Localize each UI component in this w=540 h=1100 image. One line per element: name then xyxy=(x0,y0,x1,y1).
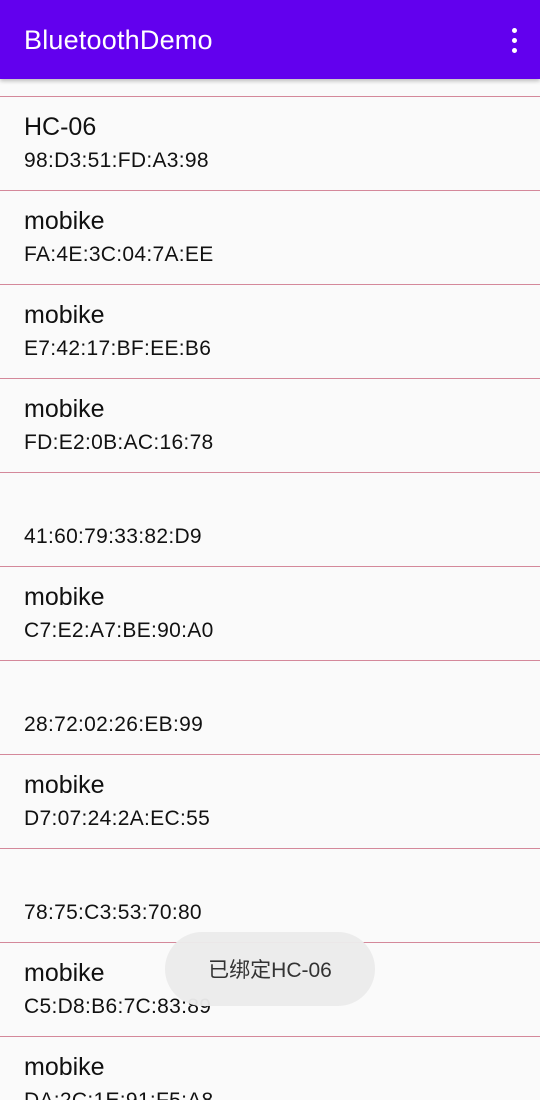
device-address: 78:75:C3:53:70:80 xyxy=(24,901,202,924)
list-item[interactable]: mobike E7:42:17:BF:EE:B6 xyxy=(0,285,540,378)
device-address: DA:2C:1E:91:F5:A8 xyxy=(24,1088,214,1100)
device-address: 41:60:79:33:82:D9 xyxy=(24,525,202,548)
list-item[interactable]: mobike DA:2C:1E:91:F5:A8 xyxy=(0,1037,540,1100)
device-name: mobike xyxy=(24,301,105,329)
app-title: BluetoothDemo xyxy=(24,25,213,55)
device-address: FA:4E:3C:04:7A:EE xyxy=(24,243,214,266)
device-address: C7:E2:A7:BE:90:A0 xyxy=(24,619,214,642)
list-item[interactable]: HC-06 98:D3:51:FD:A3:98 xyxy=(0,97,540,190)
list-item[interactable]: mobike C7:E2:A7:BE:90:A0 xyxy=(0,567,540,660)
toast-message: 已绑定HC-06 xyxy=(165,932,375,1006)
device-address: E7:42:17:BF:EE:B6 xyxy=(24,337,212,360)
device-name: mobike xyxy=(24,959,105,987)
list-item[interactable]: 78:75:C3:53:70:80 xyxy=(0,849,540,942)
device-name: mobike xyxy=(24,771,105,799)
list-item[interactable]: mobike FA:4E:3C:04:7A:EE xyxy=(0,191,540,284)
device-name: mobike xyxy=(24,207,105,235)
device-address: D7:07:24:2A:EC:55 xyxy=(24,807,211,830)
device-name: HC-06 xyxy=(24,113,97,141)
device-address: 28:72:02:26:EB:99 xyxy=(24,713,204,736)
more-vertical-icon[interactable] xyxy=(502,20,526,60)
device-name: mobike xyxy=(24,395,105,423)
list-item[interactable]: mobike FD:E2:0B:AC:16:78 xyxy=(0,379,540,472)
list-item[interactable]: 41:60:79:33:82:D9 xyxy=(0,473,540,566)
list-item[interactable]: mobike D7:07:24:2A:EC:55 xyxy=(0,755,540,848)
device-address: 98:D3:51:FD:A3:98 xyxy=(24,149,209,172)
app-bar: BluetoothDemo xyxy=(0,0,540,79)
list-item[interactable]: 28:72:02:26:EB:99 xyxy=(0,661,540,754)
device-name: mobike xyxy=(24,583,105,611)
device-address: FD:E2:0B:AC:16:78 xyxy=(24,431,214,454)
device-name: mobike xyxy=(24,1053,105,1081)
